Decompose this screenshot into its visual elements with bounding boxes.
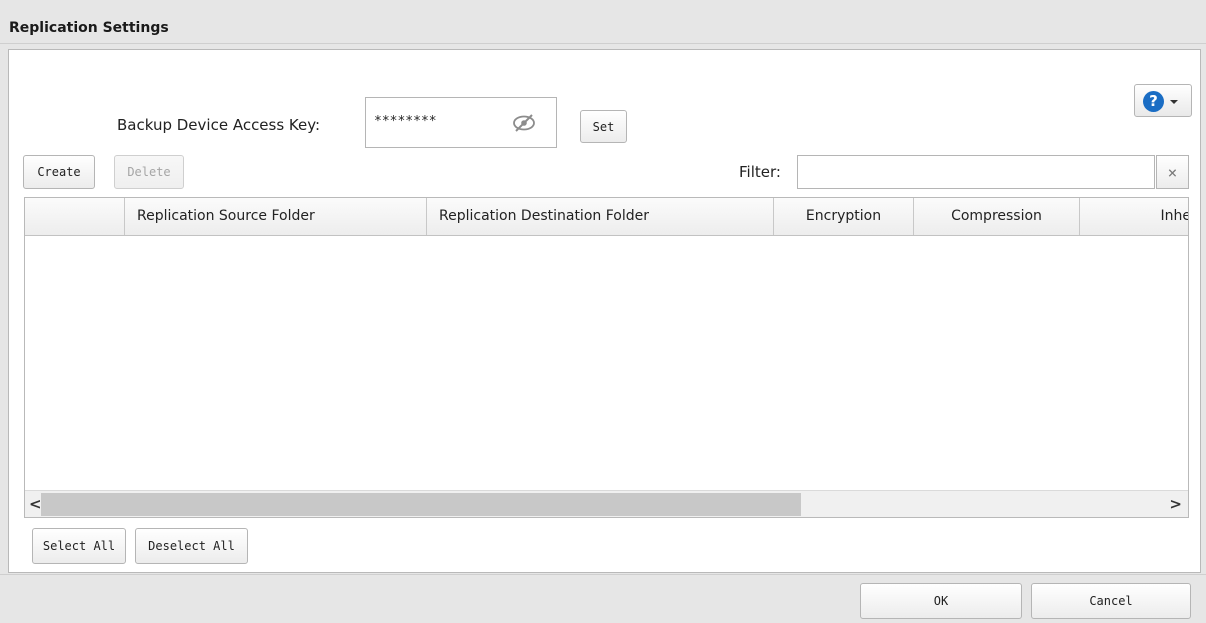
access-key-field[interactable] (374, 110, 494, 132)
replication-settings-dialog: Replication Settings ? Backup Device Acc… (0, 0, 1206, 623)
access-key-label: Backup Device Access Key: (117, 116, 321, 134)
delete-button[interactable]: Delete (114, 155, 184, 189)
dialog-title: Replication Settings (9, 20, 169, 36)
create-button[interactable]: Create (23, 155, 95, 189)
table-header: Replication Source Folder Replication De… (25, 198, 1189, 236)
column-header-inherit[interactable]: Inhe (1080, 198, 1189, 235)
replication-table: Replication Source Folder Replication De… (24, 197, 1189, 518)
column-header-compression[interactable]: Compression (914, 198, 1080, 235)
chevron-down-icon (1170, 100, 1178, 104)
column-header-select[interactable] (25, 198, 125, 235)
column-header-source-folder[interactable]: Replication Source Folder (125, 198, 427, 235)
select-all-button[interactable]: Select All (32, 528, 126, 564)
ok-button[interactable]: OK (860, 583, 1022, 619)
deselect-all-button[interactable]: Deselect All (135, 528, 248, 564)
footer-divider (0, 574, 1206, 575)
access-key-field-container (365, 97, 557, 148)
set-button[interactable]: Set (580, 110, 627, 143)
column-header-encryption[interactable]: Encryption (774, 198, 914, 235)
title-divider (0, 43, 1206, 44)
clear-filter-icon[interactable]: × (1156, 155, 1189, 189)
scroll-right-icon[interactable]: > (1169, 495, 1182, 513)
help-menu-button[interactable]: ? (1134, 84, 1192, 117)
scroll-left-icon[interactable]: < (29, 495, 42, 513)
cancel-button[interactable]: Cancel (1031, 583, 1191, 619)
scrollbar-thumb[interactable] (41, 493, 801, 516)
filter-input[interactable] (797, 155, 1155, 189)
eye-slash-icon[interactable] (511, 112, 537, 134)
column-header-destination-folder[interactable]: Replication Destination Folder (427, 198, 774, 235)
help-icon: ? (1143, 91, 1164, 112)
horizontal-scrollbar[interactable]: < > (25, 490, 1188, 517)
filter-label: Filter: (739, 163, 781, 181)
